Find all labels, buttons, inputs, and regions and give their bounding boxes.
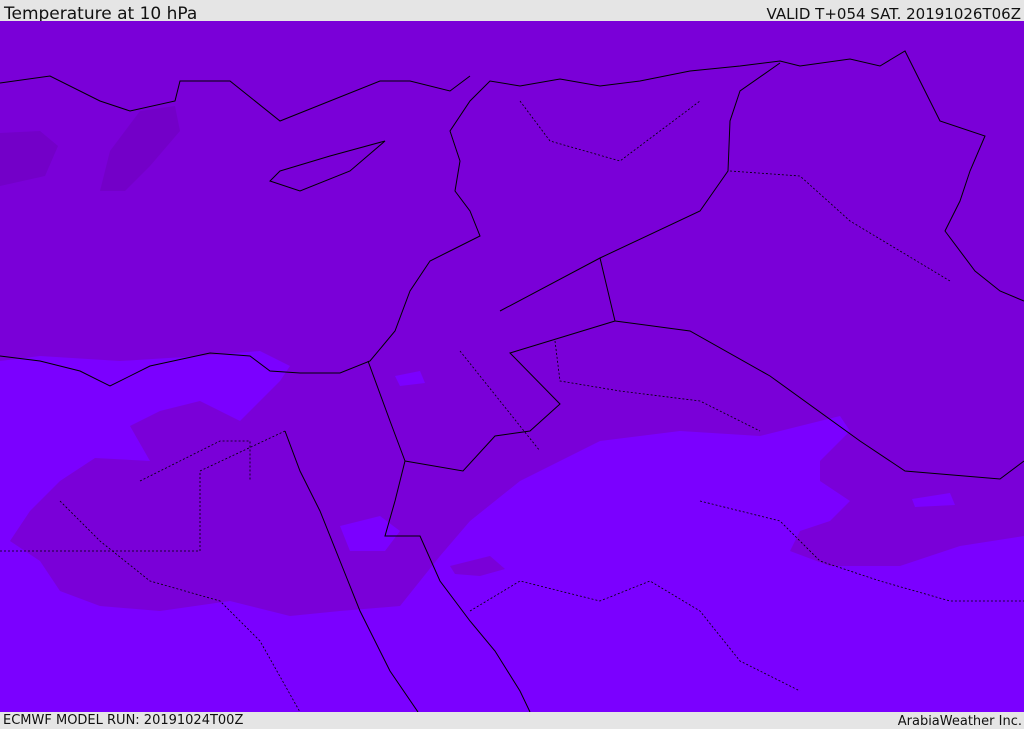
credit: ArabiaWeather Inc. <box>897 714 1022 729</box>
footer-bar: ECMWF MODEL RUN: 20191024T00Z ArabiaWeat… <box>0 712 1024 729</box>
header-bar: Temperature at 10 hPa VALID T+054 SAT. 2… <box>0 0 1024 24</box>
model-run: ECMWF MODEL RUN: 20191024T00Z <box>3 713 244 728</box>
temperature-map <box>0 21 1024 712</box>
